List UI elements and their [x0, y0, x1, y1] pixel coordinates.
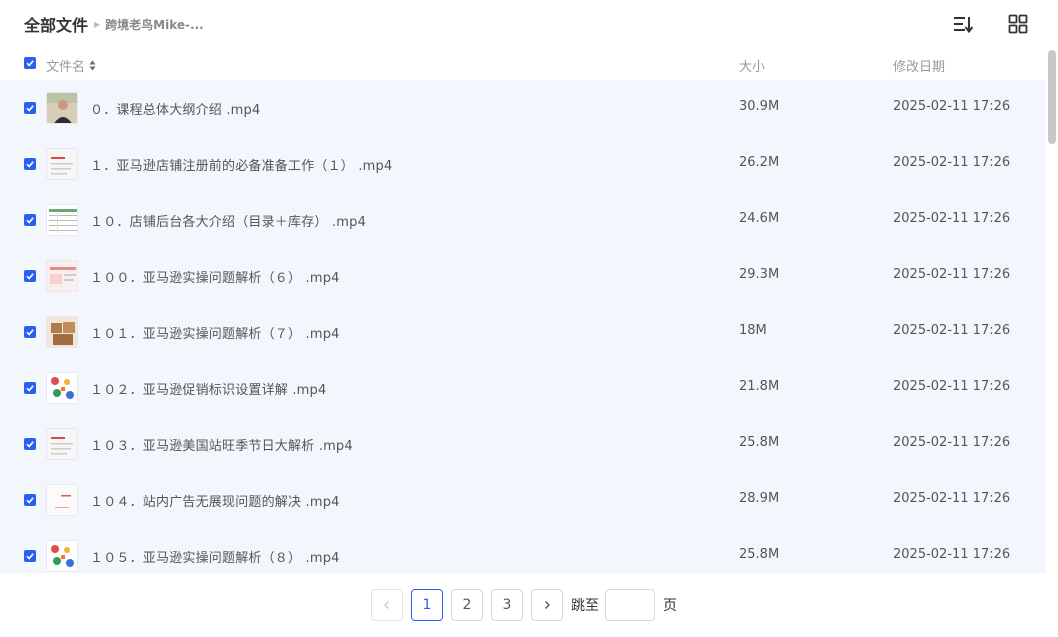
row-checkbox[interactable]: [24, 158, 36, 170]
table-row[interactable]: １０５．亚马逊实操问题解析（８） .mp4 25.8M 2025-02-11 17:…: [0, 528, 1046, 573]
file-name[interactable]: １．亚马逊店铺注册前的必备准备工作（１） .mp4: [90, 155, 392, 174]
video-thumbnail[interactable]: [46, 148, 78, 180]
row-checkbox[interactable]: [24, 102, 36, 114]
check-icon: [26, 329, 34, 336]
file-name[interactable]: １０１．亚马逊实操问题解析（７） .mp4: [90, 323, 340, 342]
row-checkbox[interactable]: [24, 494, 36, 506]
chevron-right-icon: [545, 601, 550, 609]
file-manager: 全部文件 ▶ 跨境老鸟Mike-... 文件名 大小 修改日期 ０．课程总体大纲…: [0, 0, 1058, 637]
jump-to-label: 跳至: [571, 598, 599, 614]
page-button-1[interactable]: 1: [411, 589, 443, 621]
row-checkbox[interactable]: [24, 382, 36, 394]
row-checkbox[interactable]: [24, 214, 36, 226]
table-row[interactable]: １０４．站内广告无展现问题的解决 .mp4 28.9M 2025-02-11 17:…: [0, 472, 1046, 528]
prev-page-button[interactable]: [371, 589, 403, 621]
table-row[interactable]: １０２．亚马逊促销标识设置详解 .mp4 21.8M 2025-02-11 17:2…: [0, 360, 1046, 416]
file-modified-date: 2025-02-11 17:26: [893, 491, 1011, 506]
file-modified-date: 2025-02-11 17:26: [893, 155, 1011, 170]
file-size: 24.6M: [739, 211, 780, 226]
video-thumbnail[interactable]: [46, 484, 78, 516]
table-row[interactable]: １０１．亚马逊实操问题解析（７） .mp4 18M 2025-02-11 17:26: [0, 304, 1046, 360]
row-checkbox[interactable]: [24, 326, 36, 338]
column-header-name[interactable]: 文件名: [46, 56, 96, 75]
pagination: 1 2 3 跳至 页: [371, 589, 677, 621]
table-row[interactable]: １０．店铺后台各大介绍（目录＋库存） .mp4 24.6M 2025-02-11 1…: [0, 192, 1046, 248]
table-row[interactable]: １００．亚马逊实操问题解析（６） .mp4 29.3M 2025-02-11 17:…: [0, 248, 1046, 304]
file-size: 18M: [739, 323, 767, 338]
video-thumbnail[interactable]: [46, 372, 78, 404]
file-modified-date: 2025-02-11 17:26: [893, 547, 1011, 562]
chevron-left-icon: [384, 601, 389, 609]
video-thumbnail[interactable]: [46, 260, 78, 292]
file-name[interactable]: １００．亚马逊实操问题解析（６） .mp4: [90, 267, 340, 286]
table-header: 文件名 大小 修改日期: [0, 48, 1046, 80]
page-button-3[interactable]: 3: [491, 589, 523, 621]
file-size: 30.9M: [739, 99, 780, 114]
file-modified-date: 2025-02-11 17:26: [893, 211, 1011, 226]
file-modified-date: 2025-02-11 17:26: [893, 435, 1011, 450]
video-thumbnail[interactable]: [46, 92, 78, 124]
sort-list-icon[interactable]: [953, 14, 973, 34]
file-size: 28.9M: [739, 491, 780, 506]
header: 全部文件 ▶ 跨境老鸟Mike-...: [0, 0, 1058, 48]
file-name[interactable]: ０．课程总体大纲介绍 .mp4: [90, 99, 260, 118]
page-unit-label: 页: [663, 598, 677, 614]
table-row[interactable]: ０．课程总体大纲介绍 .mp4 30.9M 2025-02-11 17:26: [0, 80, 1046, 136]
page-button-2[interactable]: 2: [451, 589, 483, 621]
file-size: 26.2M: [739, 155, 780, 170]
check-icon: [26, 441, 34, 448]
file-size: 25.8M: [739, 435, 780, 450]
file-size: 25.8M: [739, 547, 780, 562]
file-list: ０．课程总体大纲介绍 .mp4 30.9M 2025-02-11 17:26 １．亚马…: [0, 80, 1046, 573]
check-icon: [26, 105, 34, 112]
file-size: 21.8M: [739, 379, 780, 394]
video-thumbnail[interactable]: [46, 540, 78, 572]
video-thumbnail[interactable]: [46, 204, 78, 236]
file-size: 29.3M: [739, 267, 780, 282]
file-modified-date: 2025-02-11 17:26: [893, 99, 1011, 114]
file-modified-date: 2025-02-11 17:26: [893, 267, 1011, 282]
file-name[interactable]: １０２．亚马逊促销标识设置详解 .mp4: [90, 379, 326, 398]
file-modified-date: 2025-02-11 17:26: [893, 323, 1011, 338]
jump-to-page-input[interactable]: [605, 589, 655, 621]
column-name-label: 文件名: [46, 60, 86, 75]
breadcrumb-current: 跨境老鸟Mike-...: [105, 17, 204, 32]
check-icon: [26, 161, 34, 168]
check-icon: [26, 497, 34, 504]
column-header-size[interactable]: 大小: [739, 56, 765, 75]
video-thumbnail[interactable]: [46, 428, 78, 460]
sort-toggle-icon[interactable]: [89, 60, 96, 71]
select-all-checkbox[interactable]: [24, 57, 36, 69]
check-icon: [26, 217, 34, 224]
column-header-modified[interactable]: 修改日期: [893, 56, 945, 75]
check-icon: [26, 385, 34, 392]
row-checkbox[interactable]: [24, 550, 36, 562]
breadcrumb-root[interactable]: 全部文件: [24, 12, 88, 36]
check-icon: [26, 273, 34, 280]
table-row[interactable]: １．亚马逊店铺注册前的必备准备工作（１） .mp4 26.2M 2025-02-11…: [0, 136, 1046, 192]
file-modified-date: 2025-02-11 17:26: [893, 379, 1011, 394]
check-icon: [26, 553, 34, 560]
breadcrumb: 全部文件 ▶ 跨境老鸟Mike-...: [24, 12, 204, 36]
video-thumbnail[interactable]: [46, 316, 78, 348]
row-checkbox[interactable]: [24, 270, 36, 282]
row-checkbox[interactable]: [24, 438, 36, 450]
file-name[interactable]: １０３．亚马逊美国站旺季节日大解析 .mp4: [90, 435, 353, 454]
scrollbar[interactable]: [1046, 48, 1058, 573]
grid-view-icon[interactable]: [1008, 14, 1028, 34]
table-row[interactable]: １０３．亚马逊美国站旺季节日大解析 .mp4 25.8M 2025-02-11 17…: [0, 416, 1046, 472]
file-name[interactable]: １０．店铺后台各大介绍（目录＋库存） .mp4: [90, 211, 366, 230]
next-page-button[interactable]: [531, 589, 563, 621]
file-name[interactable]: １０４．站内广告无展现问题的解决 .mp4: [90, 491, 340, 510]
check-icon: [26, 60, 34, 67]
breadcrumb-separator-icon: ▶: [94, 19, 101, 29]
scrollbar-thumb[interactable]: [1048, 50, 1056, 144]
file-name[interactable]: １０５．亚马逊实操问题解析（８） .mp4: [90, 547, 340, 566]
